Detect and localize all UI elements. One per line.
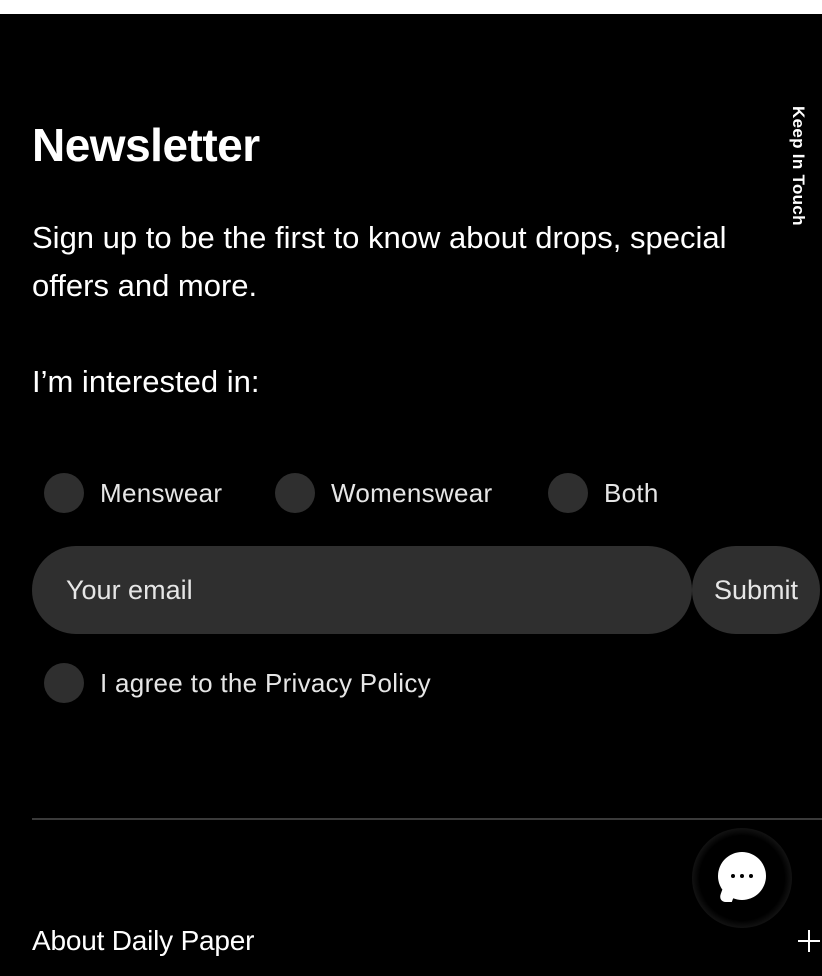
chat-dots [731,874,753,878]
section-divider [32,818,822,820]
both-radio[interactable] [548,473,588,513]
chat-bubble-icon[interactable] [718,852,766,900]
privacy-checkbox[interactable] [44,663,84,703]
about-accordion[interactable]: About Daily Paper [32,918,822,964]
interest-label: I’m interested in: [32,364,260,399]
womenswear-radio[interactable] [275,473,315,513]
privacy-consent[interactable]: I agree to the Privacy Policy [44,662,431,704]
privacy-label: I agree to the Privacy Policy [100,667,431,698]
submit-button[interactable]: Submit [692,546,820,634]
top-edge-strip [0,0,822,14]
option-both[interactable]: Both [548,472,659,514]
option-womenswear[interactable]: Womenswear [275,472,492,514]
menswear-radio[interactable] [44,473,84,513]
newsletter-intro: Sign up to be the first to know about dr… [32,220,727,303]
keep-in-touch-label: Keep In Touch [789,106,808,226]
menswear-label: Menswear [100,477,223,508]
option-menswear[interactable]: Menswear [44,472,222,514]
about-label: About Daily Paper [32,925,255,956]
womenswear-label: Womenswear [331,477,493,508]
both-label: Both [604,477,659,508]
email-input[interactable] [32,546,692,634]
keep-in-touch-tab[interactable]: Keep In Touch [786,98,810,234]
newsletter-title: Newsletter [32,119,260,171]
plus-icon[interactable] [798,930,820,952]
